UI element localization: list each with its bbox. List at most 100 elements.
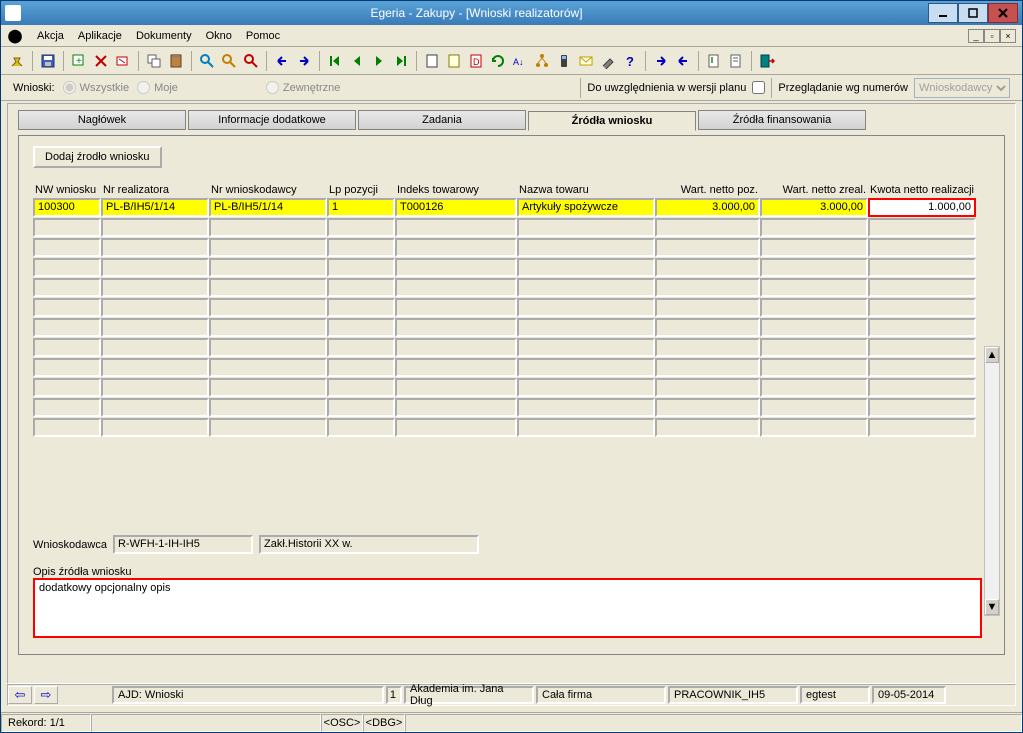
menu-aplikacje[interactable]: Aplikacje — [72, 28, 128, 44]
status-rest — [405, 714, 1022, 732]
menu-dokumenty[interactable]: Dokumenty — [130, 28, 198, 44]
maximize-button[interactable] — [958, 3, 988, 23]
mdi-restore[interactable]: ▫ — [984, 29, 1000, 43]
clear-icon[interactable] — [113, 51, 133, 71]
svg-text:A↓: A↓ — [513, 57, 524, 67]
prev-icon[interactable] — [347, 51, 367, 71]
first-icon[interactable] — [325, 51, 345, 71]
last-icon[interactable] — [391, 51, 411, 71]
table-row[interactable]: 100300 PL-B/IH5/1/14 PL-B/IH5/1/14 1 T00… — [33, 198, 990, 217]
cell-nr-wn[interactable]: PL-B/IH5/1/14 — [209, 198, 327, 217]
arrow-right2-icon[interactable] — [651, 51, 671, 71]
help-icon[interactable]: ? — [620, 51, 640, 71]
tab-info[interactable]: Informacje dodatkowe — [188, 110, 356, 130]
mdi-minimize[interactable]: _ — [968, 29, 984, 43]
status-num: 1 — [386, 686, 402, 704]
cell-nw[interactable]: 100300 — [33, 198, 101, 217]
col-nazwa: Nazwa towaru — [517, 182, 655, 198]
dodaj-zrodlo-button[interactable]: Dodaj źrodło wniosku — [33, 146, 162, 168]
cell-nr-real[interactable]: PL-B/IH5/1/14 — [101, 198, 209, 217]
refresh-icon[interactable] — [488, 51, 508, 71]
svg-text:?: ? — [626, 54, 634, 69]
status-date: 09-05-2014 — [872, 686, 946, 704]
cell-lp[interactable]: 1 — [327, 198, 395, 217]
cell-wart-zreal[interactable]: 3.000,00 — [760, 198, 868, 217]
radio-zewnetrzne — [266, 81, 279, 94]
toolbar: + D A↓ — [1, 47, 1022, 75]
cell-kwota[interactable]: 1.000,00 — [868, 198, 976, 217]
cell-nazwa[interactable]: Artykuły spożywcze — [517, 198, 655, 217]
scroll-up-icon[interactable]: ▲ — [985, 347, 999, 363]
report1-icon[interactable] — [704, 51, 724, 71]
menu-akcja[interactable]: Akcja — [31, 28, 70, 44]
delete-icon[interactable] — [91, 51, 111, 71]
tab-zrodla[interactable]: Źródła wniosku — [528, 111, 696, 131]
menu-pomoc[interactable]: Pomoc — [240, 28, 286, 44]
scrollbar[interactable]: ▲ ▼ — [984, 346, 1000, 616]
col-wart-poz: Wart. netto poz. — [655, 182, 760, 198]
status-firma: Cała firma — [536, 686, 666, 704]
find-icon[interactable] — [197, 51, 217, 71]
refind-icon[interactable] — [219, 51, 239, 71]
exit-icon[interactable] — [757, 51, 777, 71]
save-icon[interactable] — [38, 51, 58, 71]
system-menu-icon[interactable]: ⬤ — [7, 28, 23, 44]
radio-wszystkie — [63, 81, 76, 94]
bottom-nav: ⇦ ⇨ AJD: Wnioski 1 Akademia im. Jana Dłu… — [7, 684, 1016, 706]
arrow-right-icon[interactable] — [294, 51, 314, 71]
add-icon[interactable]: + — [69, 51, 89, 71]
close-button[interactable] — [988, 3, 1018, 23]
tab-body: Dodaj źrodło wniosku NW wniosku Nr reali… — [18, 135, 1005, 655]
wnioskodawca-code[interactable]: R-WFH-1-IH-IH5 — [113, 535, 253, 554]
copy-icon[interactable] — [144, 51, 164, 71]
doc1-icon[interactable] — [422, 51, 442, 71]
sort-icon[interactable]: A↓ — [510, 51, 530, 71]
minimize-button[interactable] — [928, 3, 958, 23]
tab-finans[interactable]: Źródła finansowania — [698, 110, 866, 130]
findx-icon[interactable] — [241, 51, 261, 71]
app-icon — [5, 5, 21, 21]
phone-icon[interactable] — [554, 51, 574, 71]
arrow-left-icon[interactable] — [272, 51, 292, 71]
nav-next-button[interactable]: ⇨ — [34, 686, 58, 704]
checkbox-uwzgl[interactable] — [752, 81, 765, 94]
doc2-icon[interactable] — [444, 51, 464, 71]
col-nw: NW wniosku — [33, 182, 101, 198]
arrow-left2-icon[interactable] — [673, 51, 693, 71]
col-lp: Lp pozycji — [327, 182, 395, 198]
cell-wart-poz[interactable]: 3.000,00 — [655, 198, 760, 217]
tab-zadania[interactable]: Zadania — [358, 110, 526, 130]
col-indeks: Indeks towarowy — [395, 182, 517, 198]
report2-icon[interactable] — [726, 51, 746, 71]
tab-naglowek[interactable]: Nagłówek — [18, 110, 186, 130]
status-org: Akademia im. Jana Dług — [404, 686, 534, 704]
nav-prev-button[interactable]: ⇦ — [8, 686, 32, 704]
tree-icon[interactable] — [532, 51, 552, 71]
tool-icon[interactable] — [598, 51, 618, 71]
pin-icon[interactable] — [7, 51, 27, 71]
menu-okno[interactable]: Okno — [200, 28, 238, 44]
window-title: Egeria - Zakupy - [Wnioski realizatorów] — [25, 6, 928, 20]
label-uwzgl: Do uwzględnienia w wersji planu — [587, 82, 746, 94]
scroll-down-icon[interactable]: ▼ — [985, 599, 999, 615]
col-nr-real: Nr realizatora — [101, 182, 209, 198]
mdi-close[interactable]: × — [1000, 29, 1016, 43]
wnioskodawca-name[interactable]: Zakł.Historii XX w. — [259, 535, 479, 554]
next-icon[interactable] — [369, 51, 389, 71]
svg-text:+: + — [76, 56, 82, 67]
paste-icon[interactable] — [166, 51, 186, 71]
filterbar: Wnioski: Wszystkie Moje Zewnętrzne Do uw… — [1, 75, 1022, 101]
opis-label: Opis źródła wniosku — [33, 566, 131, 578]
doc-red-icon[interactable]: D — [466, 51, 486, 71]
status-dbg: <DBG> — [363, 714, 405, 732]
wnioskodawca-label: Wnioskodawca — [33, 539, 107, 551]
cell-indeks[interactable]: T000126 — [395, 198, 517, 217]
status-app: AJD: Wnioski — [112, 686, 384, 704]
statusbar: Rekord: 1/1 <OSC> <DBG> — [1, 712, 1022, 732]
mail-icon[interactable] — [576, 51, 596, 71]
status-empty — [91, 714, 321, 732]
opis-textarea[interactable]: dodatkowy opcjonalny opis — [33, 578, 982, 638]
tabs: Nagłówek Informacje dodatkowe Zadania Źr… — [18, 110, 1005, 130]
status-osc: <OSC> — [321, 714, 363, 732]
status-rekord: Rekord: 1/1 — [1, 714, 91, 732]
